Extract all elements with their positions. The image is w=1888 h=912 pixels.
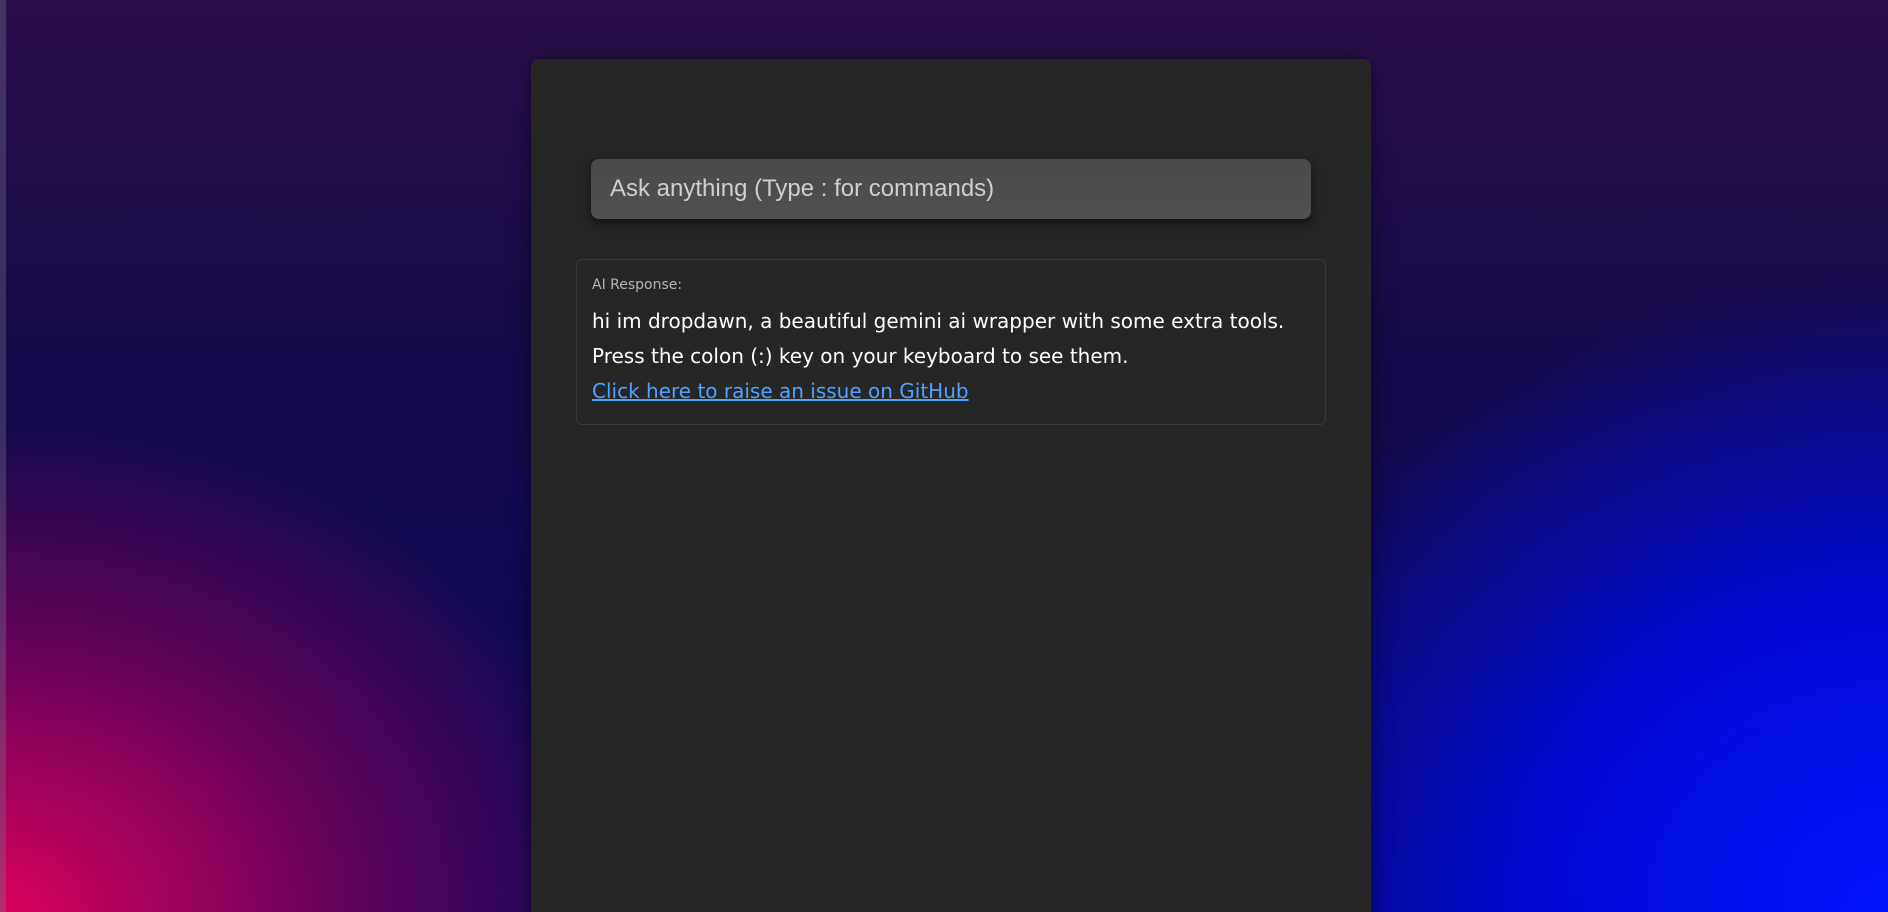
main-panel: AI Response: hi im dropdawn, a beautiful…: [531, 59, 1371, 912]
github-issue-link[interactable]: Click here to raise an issue on GitHub: [592, 374, 969, 409]
search-input[interactable]: [591, 159, 1311, 219]
ai-response-label: AI Response:: [592, 277, 683, 293]
window-edge: [0, 0, 6, 912]
response-text-line-1: hi im dropdawn, a beautiful gemini ai wr…: [592, 309, 1285, 333]
ai-response-card: AI Response: hi im dropdawn, a beautiful…: [576, 259, 1326, 425]
search-bar: [591, 159, 1311, 219]
response-text-line-2: Press the colon (:) key on your keyboard…: [592, 344, 1129, 368]
